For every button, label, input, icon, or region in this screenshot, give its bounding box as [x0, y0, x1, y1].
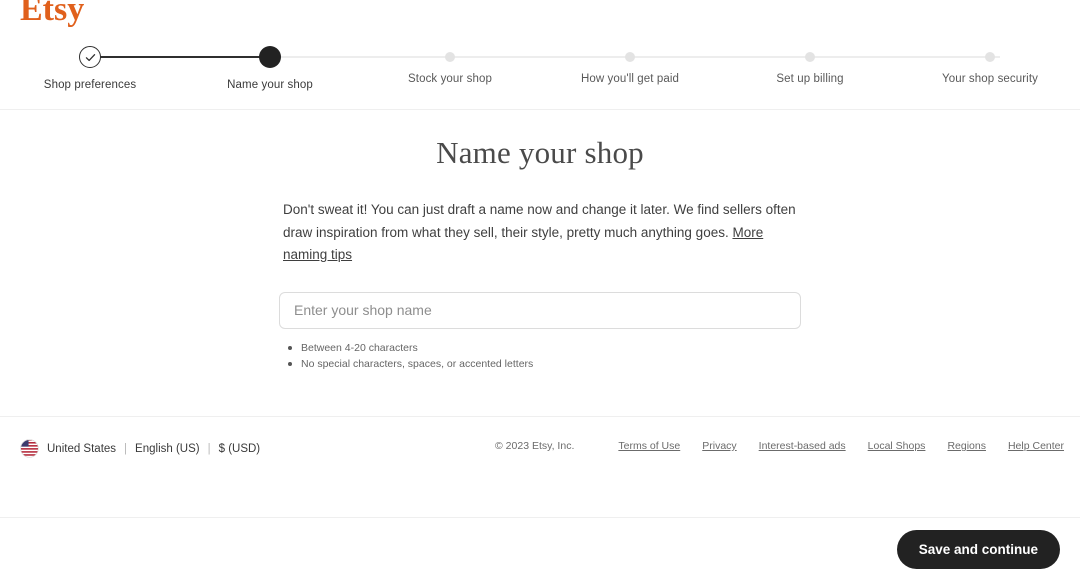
filled-dot-icon: [259, 46, 281, 68]
footer-link-terms-of-use[interactable]: Terms of Use: [618, 440, 680, 452]
intro-text: Don't sweat it! You can just draft a nam…: [283, 202, 796, 240]
bullet-icon: [288, 361, 292, 366]
stepper-step-your-shop-security[interactable]: Your shop security: [900, 45, 1080, 91]
dot-icon: [625, 52, 635, 62]
locale-separator: |: [124, 442, 128, 455]
bullet-icon: [288, 345, 292, 350]
locale-selector[interactable]: United States | English (US) | $ (USD): [20, 439, 260, 458]
page-header: Etsy Shop preferences Name your shop Sto…: [0, 0, 1080, 110]
form-column: Don't sweat it! You can just draft a nam…: [279, 199, 801, 372]
language-label[interactable]: English (US): [135, 443, 200, 455]
dot-icon: [805, 52, 815, 62]
stepper-steps: Shop preferences Name your shop Stock yo…: [0, 45, 1080, 91]
rule-item: Between 4-20 characters: [288, 340, 801, 356]
stepper-step-label: How you'll get paid: [580, 73, 680, 85]
footer-links: © 2023 Etsy, Inc. Terms of Use Privacy I…: [495, 440, 1064, 452]
rule-text: Between 4-20 characters: [301, 341, 418, 354]
page-title: Name your shop: [436, 135, 644, 170]
shop-name-input[interactable]: [279, 291, 801, 329]
etsy-logo[interactable]: Etsy: [20, 0, 84, 27]
intro-paragraph: Don't sweat it! You can just draft a nam…: [283, 199, 801, 267]
stepper-step-set-up-billing[interactable]: Set up billing: [720, 45, 900, 91]
shop-name-rules: Between 4-20 characters No special chara…: [279, 340, 801, 372]
footer-link-interest-based-ads[interactable]: Interest-based ads: [759, 440, 846, 452]
dot-icon: [985, 52, 995, 62]
stepper-step-shop-preferences[interactable]: Shop preferences: [0, 45, 180, 91]
stepper-step-label: Set up billing: [776, 73, 844, 85]
currency-label[interactable]: $ (USD): [219, 443, 261, 455]
stepper-step-how-youll-get-paid[interactable]: How you'll get paid: [540, 45, 720, 91]
page-footer: United States | English (US) | $ (USD) ©…: [0, 417, 1080, 518]
rule-item: No special characters, spaces, or accent…: [288, 356, 801, 372]
save-and-continue-button[interactable]: Save and continue: [896, 530, 1060, 569]
stepper-step-label: Name your shop: [227, 79, 313, 91]
stepper-step-stock-your-shop[interactable]: Stock your shop: [360, 45, 540, 91]
footer-link-regions[interactable]: Regions: [947, 440, 986, 452]
check-circle-icon: [79, 46, 101, 68]
footer-link-help-center[interactable]: Help Center: [1008, 440, 1064, 452]
copyright-text: © 2023 Etsy, Inc.: [495, 440, 575, 452]
rule-text: No special characters, spaces, or accent…: [301, 357, 534, 370]
action-bar: Save and continue: [0, 518, 1080, 571]
stepper-step-label: Shop preferences: [43, 79, 137, 91]
stepper-step-label: Stock your shop: [408, 73, 492, 85]
us-flag-icon: [20, 439, 39, 458]
footer-link-privacy[interactable]: Privacy: [702, 440, 736, 452]
check-icon: [85, 53, 95, 61]
main-content: Name your shop Don't sweat it! You can j…: [0, 110, 1080, 417]
footer-link-local-shops[interactable]: Local Shops: [868, 440, 926, 452]
stepper-step-name-your-shop[interactable]: Name your shop: [180, 45, 360, 91]
dot-icon: [445, 52, 455, 62]
stepper-step-label: Your shop security: [942, 73, 1038, 85]
locale-separator: |: [207, 442, 211, 455]
onboarding-stepper: Shop preferences Name your shop Stock yo…: [0, 45, 1080, 100]
country-label[interactable]: United States: [47, 443, 116, 455]
